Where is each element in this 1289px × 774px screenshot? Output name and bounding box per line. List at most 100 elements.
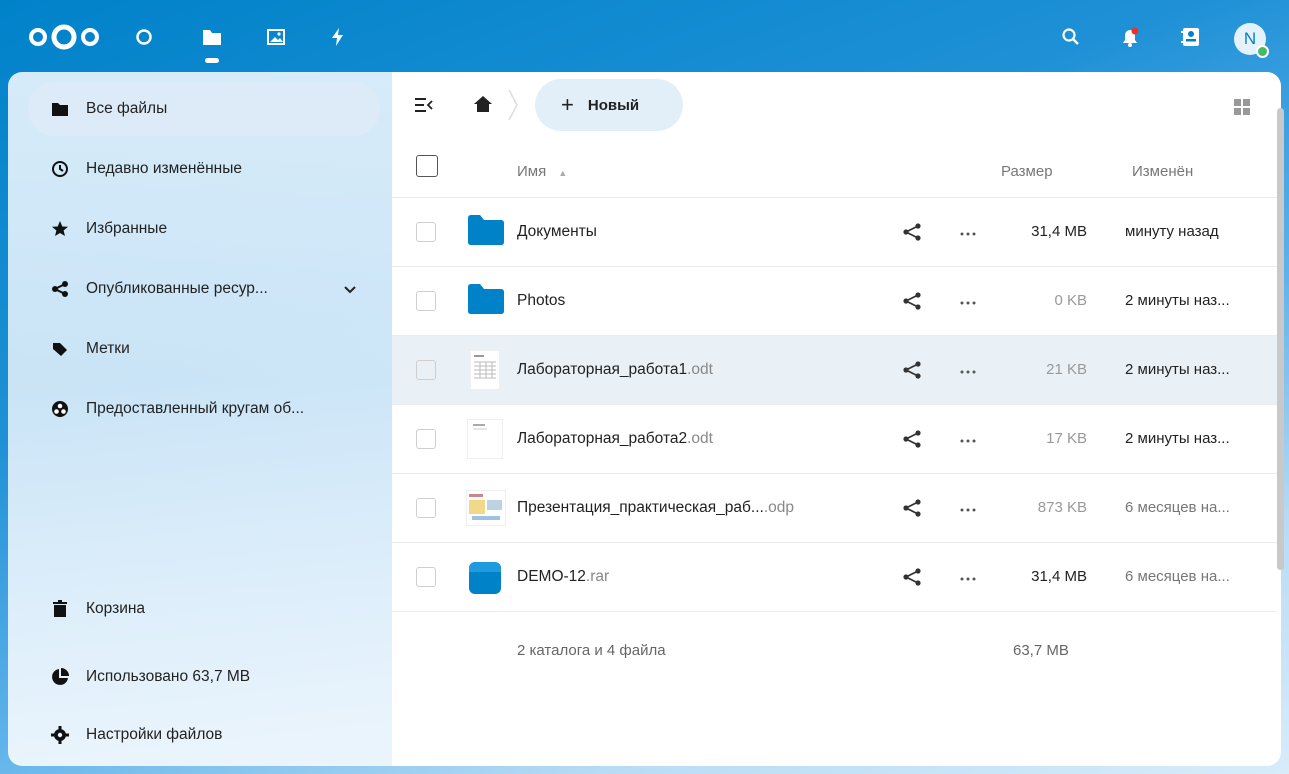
file-size: 17 KB: [1046, 430, 1087, 447]
gear-icon: [50, 725, 70, 745]
tag-icon: [50, 339, 70, 359]
row-checkbox[interactable]: [416, 567, 436, 587]
more-actions-icon[interactable]: [958, 291, 978, 311]
sidebar-item-tags[interactable]: Метки: [28, 322, 380, 376]
sidebar-item-trash[interactable]: Корзина: [28, 582, 380, 636]
sidebar-item-label: Метки: [86, 340, 130, 357]
active-app-indicator: [205, 58, 219, 63]
sidebar-item-label: Опубликованные ресур...: [86, 280, 268, 297]
clock-icon: [50, 159, 70, 179]
sidebar-item-favorites[interactable]: Избранные: [28, 202, 380, 256]
sidebar-item-circles[interactable]: Предоставленный кругам об...: [28, 382, 380, 436]
presentation-thumbnail-icon: [465, 489, 507, 530]
pie-chart-icon: [50, 667, 70, 687]
share-icon[interactable]: [902, 498, 922, 518]
select-all-checkbox[interactable]: [416, 155, 438, 177]
share-icon[interactable]: [902, 567, 922, 587]
sidebar-item-label: Все файлы: [86, 100, 168, 117]
row-checkbox[interactable]: [416, 429, 436, 449]
photos-icon[interactable]: [263, 24, 289, 50]
file-name[interactable]: Photos: [517, 292, 565, 310]
table-header: Имя ▲ Размер Изменён: [392, 142, 1277, 198]
sidebar-item-all-files[interactable]: Все файлы: [28, 82, 380, 136]
file-modified: 2 минуты наз...: [1125, 430, 1230, 447]
share-icon[interactable]: [902, 222, 922, 242]
file-name[interactable]: DEMO-12.rar: [517, 568, 609, 586]
grid-view-icon[interactable]: [1232, 97, 1252, 117]
row-checkbox[interactable]: [416, 498, 436, 518]
table-row[interactable]: Photos 0 KB 2 минуты наз...: [392, 267, 1277, 336]
share-icon[interactable]: [902, 360, 922, 380]
toggle-sidebar-icon[interactable]: [412, 94, 436, 116]
file-size: 0 KB: [1054, 292, 1087, 309]
dashboard-icon[interactable]: [131, 24, 157, 50]
column-name-label: Имя: [517, 163, 547, 180]
column-modified-header[interactable]: Изменён: [1132, 163, 1193, 180]
nextcloud-logo[interactable]: [26, 24, 102, 50]
share-icon[interactable]: [902, 429, 922, 449]
file-modified: 6 месяцев на...: [1125, 568, 1230, 585]
sidebar-item-quota[interactable]: Использовано 63,7 MB: [28, 650, 380, 704]
sort-ascending-icon: ▲: [558, 168, 568, 178]
table-row[interactable]: Лабораторная_работа2.odt 17 KB 2 минуты …: [392, 405, 1277, 474]
home-icon[interactable]: [472, 93, 494, 115]
sidebar-item-shares[interactable]: Опубликованные ресур...: [28, 262, 380, 316]
files-icon[interactable]: [199, 24, 225, 50]
star-icon: [50, 219, 70, 239]
breadcrumb-separator: [507, 88, 519, 122]
row-checkbox[interactable]: [416, 222, 436, 242]
online-status-dot: [1256, 45, 1269, 58]
file-name[interactable]: Презентация_практическая_раб....odp: [517, 499, 794, 517]
more-actions-icon[interactable]: [958, 429, 978, 449]
folder-icon: [50, 99, 70, 119]
file-list-panel: + Новый Имя ▲ Размер Изменён Документы 3…: [392, 72, 1284, 766]
share-icon[interactable]: [902, 291, 922, 311]
document-thumbnail-icon: [466, 418, 504, 463]
sidebar: Все файлы Недавно изменённые Избранные О…: [8, 72, 392, 766]
folder-icon: [468, 215, 504, 249]
file-modified: 6 месяцев на...: [1125, 499, 1230, 516]
sidebar-item-label: Настройки файлов: [86, 726, 223, 743]
search-icon[interactable]: [1058, 24, 1084, 50]
plus-icon: +: [561, 92, 574, 117]
chevron-down-icon[interactable]: [342, 281, 358, 297]
row-checkbox[interactable]: [416, 360, 436, 380]
document-thumbnail-icon: [469, 349, 501, 394]
row-checkbox[interactable]: [416, 291, 436, 311]
sidebar-item-settings[interactable]: Настройки файлов: [28, 708, 380, 762]
sidebar-item-label: Использовано 63,7 MB: [86, 668, 251, 685]
file-modified: минуту назад: [1125, 223, 1219, 240]
share-icon: [50, 279, 70, 299]
table-row[interactable]: Лабораторная_работа1.odt 21 KB 2 минуты …: [392, 336, 1277, 405]
table-row[interactable]: DEMO-12.rar 31,4 MB 6 месяцев на...: [392, 543, 1277, 612]
more-actions-icon[interactable]: [958, 222, 978, 242]
archive-icon: [469, 562, 501, 598]
scrollbar[interactable]: [1277, 108, 1284, 570]
column-name-header[interactable]: Имя ▲: [517, 163, 567, 180]
more-actions-icon[interactable]: [958, 567, 978, 587]
file-size: 873 KB: [1037, 499, 1087, 516]
file-name[interactable]: Документы: [517, 223, 597, 241]
activity-icon[interactable]: [325, 24, 351, 50]
table-row[interactable]: Презентация_практическая_раб....odp 873 …: [392, 474, 1277, 543]
sidebar-item-label: Недавно изменённые: [86, 160, 242, 177]
file-name[interactable]: Лабораторная_работа1.odt: [517, 361, 713, 379]
folder-icon: [468, 284, 504, 318]
file-size: 31,4 MB: [1031, 223, 1087, 240]
table-row[interactable]: Документы 31,4 MB минуту назад: [392, 198, 1277, 267]
notifications-bell-icon[interactable]: [1117, 24, 1143, 50]
summary-size: 63,7 MB: [1013, 642, 1069, 659]
column-size-header[interactable]: Размер: [1001, 163, 1053, 180]
more-actions-icon[interactable]: [958, 360, 978, 380]
more-actions-icon[interactable]: [958, 498, 978, 518]
avatar[interactable]: N: [1234, 23, 1269, 58]
file-modified: 2 минуты наз...: [1125, 292, 1230, 309]
summary-count: 2 каталога и 4 файла: [517, 642, 666, 659]
contacts-icon[interactable]: [1178, 24, 1204, 50]
file-name[interactable]: Лабораторная_работа2.odt: [517, 430, 713, 448]
circles-icon: [50, 399, 70, 419]
new-button[interactable]: + Новый: [535, 79, 683, 131]
file-size: 21 KB: [1046, 361, 1087, 378]
sidebar-item-recent[interactable]: Недавно изменённые: [28, 142, 380, 196]
avatar-initial: N: [1243, 29, 1257, 48]
